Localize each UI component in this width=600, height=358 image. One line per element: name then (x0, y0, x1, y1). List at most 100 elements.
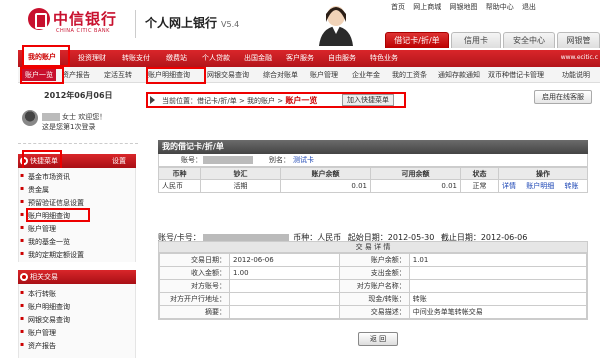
highlight-box (146, 92, 406, 108)
subnav-help[interactable]: 功能说明 (562, 69, 590, 81)
related-header: 相关交易 (18, 270, 136, 284)
value-trade-date: 2012-06-06 (229, 253, 340, 267)
quick-item-fund-info[interactable]: 基金市场资讯 (20, 172, 70, 182)
col-available: 可用余额 (370, 167, 461, 180)
nav-payment[interactable]: 缴费站 (166, 50, 187, 67)
bank-name-en: CHINA CITIC BANK (56, 28, 110, 34)
subnav-notice-deposit[interactable]: 通知存款通知 (438, 69, 480, 81)
col-type: 钞汇 (200, 167, 281, 180)
welcome-text: 女士 欢迎您！ (42, 112, 106, 122)
value-counter-account (229, 279, 340, 293)
transfer-link[interactable]: 转账 (564, 182, 578, 190)
label-counter-account: 对方账号： (159, 279, 230, 293)
label-summary: 摘要： (159, 305, 230, 319)
related-title: 相关交易 (30, 273, 58, 281)
nav-self-service[interactable]: 自由服务 (328, 50, 356, 67)
details-link[interactable]: 详情 (502, 182, 516, 190)
subnav-payslip[interactable]: 我的工资条 (392, 69, 427, 81)
cell-operations: 详情 账户明细 转账 (498, 179, 588, 193)
masked-account (203, 156, 253, 164)
detail-title: 交 易 详 情 (159, 242, 587, 253)
related-item-detail-query[interactable]: 账户明细查询 (20, 302, 70, 312)
value-cash-transfer: 转账 (408, 292, 588, 306)
label-counter-name: 对方账户名称： (338, 279, 410, 293)
table-row: 对方开户行地址： 现金/转账： 转账 (159, 292, 588, 306)
quick-item-account-manage[interactable]: 账户管理 (20, 224, 56, 234)
cell-balance: 0.01 (280, 179, 371, 193)
label-expense: 支出金额： (338, 266, 410, 280)
label-trade-date: 交易日期： (159, 253, 230, 267)
current-date: 2012年06月06日 (44, 91, 113, 100)
table-row: 对方账号： 对方账户名称： (159, 279, 588, 293)
back-button[interactable]: 返 回 (358, 332, 398, 346)
related-item-asset-report[interactable]: 资产报告 (20, 341, 56, 351)
masked-name (42, 113, 60, 121)
map-link[interactable]: 网银地图 (449, 3, 477, 11)
home-link[interactable]: 首页 (391, 3, 405, 11)
value-description: 中间业务单笔转帐交易 (408, 305, 588, 319)
subnav-annuity[interactable]: 企业年金 (352, 69, 380, 81)
nav-special[interactable]: 特色业务 (370, 50, 398, 67)
col-operation: 操作 (498, 167, 588, 180)
account-row: 账号： 别名： 测试卡 (158, 154, 588, 167)
related-item-account-manage[interactable]: 账户管理 (20, 328, 56, 338)
balance-table: 币种 钞汇 账户余额 可用余额 状态 操作 人民币 活期 0.01 0.01 正… (158, 167, 588, 193)
cell-available: 0.01 (370, 179, 461, 193)
quick-item-my-funds[interactable]: 我的基金一览 (20, 237, 70, 247)
tab-security-center[interactable]: 安全中心 (503, 32, 555, 48)
value-income: 1.00 (229, 266, 340, 280)
subnav-dual-currency[interactable]: 双币种借记卡管理 (488, 69, 544, 81)
label-cash-transfer: 现金/转账： (338, 292, 410, 306)
tab-ebank-manage[interactable]: 网银管 (557, 32, 600, 48)
bank-name-cn: 中信银行 (53, 10, 118, 28)
citic-logo-icon (28, 8, 50, 30)
cell-currency: 人民币 (158, 179, 201, 193)
account-detail-link[interactable]: 账户明细 (526, 182, 554, 190)
nav-overseas[interactable]: 出国金融 (244, 50, 272, 67)
alias-label: 别名： (269, 156, 290, 164)
quick-item-fixed-plan[interactable]: 我的定期定额设置 (20, 250, 84, 260)
account-label: 账号： (181, 156, 202, 164)
logout-link[interactable]: 退出 (522, 3, 536, 11)
alias-value: 测试卡 (293, 156, 314, 164)
table-row: 交易日期： 2012-06-06 账户余额： 1.01 (159, 253, 588, 267)
help-link[interactable]: 帮助中心 (486, 3, 514, 11)
quick-item-verification[interactable]: 预留验证信息设置 (20, 198, 84, 208)
online-service-button[interactable]: 启用在线客服 (534, 90, 592, 104)
tab-debit-card[interactable]: 借记卡/折/单 (385, 32, 449, 48)
subnav-account-manage[interactable]: 账户管理 (310, 69, 338, 81)
highlight-box (26, 208, 90, 222)
subnav-fixed-current[interactable]: 定活互转 (104, 69, 132, 81)
related-item-ebank-query[interactable]: 网银交易查询 (20, 315, 70, 325)
nav-transfer[interactable]: 转账支付 (122, 50, 150, 67)
quick-item-precious-metal[interactable]: 贵金属 (20, 185, 49, 195)
tab-credit-card[interactable]: 信用卡 (451, 32, 501, 48)
label-counter-bank: 对方开户行地址： (159, 292, 230, 306)
subnav-statement[interactable]: 综合对账单 (263, 69, 298, 81)
label-account-balance: 账户余额： (338, 253, 410, 267)
version-label: V5.4 (221, 20, 240, 29)
sub-nav: 账户一览 资产报告 定活互转 账户明细查询 网银交易查询 综合对账单 账户管理 … (18, 67, 600, 83)
nav-investment[interactable]: 投资理财 (78, 50, 106, 67)
col-balance: 账户余额 (280, 167, 371, 180)
value-summary (229, 305, 340, 319)
subnav-asset-report[interactable]: 资产报告 (62, 69, 90, 81)
cell-type: 活期 (200, 179, 281, 193)
table-row: 人民币 活期 0.01 0.01 正常 详情 账户明细 转账 (158, 179, 588, 193)
main-nav: 我的账户 投资理财 转账支付 缴费站 个人贷款 出国金融 客户服务 自由服务 特… (18, 47, 600, 67)
account-panel: 我的借记卡/折/单 账号： 别名： 测试卡 币种 钞汇 账户余额 可用余额 状态… (158, 140, 588, 193)
avatar (22, 110, 38, 126)
detail-table: 交易日期： 2012-06-06 账户余额： 1.01 收入金额： 1.00 支出金额… (159, 253, 588, 319)
mall-link[interactable]: 网上商城 (413, 3, 441, 11)
related-item-transfer[interactable]: 本行转账 (20, 289, 56, 299)
col-status: 状态 (460, 167, 499, 180)
quick-menu-setting-link[interactable]: 设置 (112, 154, 126, 168)
subnav-ebank-query[interactable]: 网银交易查询 (207, 69, 249, 81)
transaction-detail: 交 易 详 情 交易日期： 2012-06-06 账户余额： 1.01 收入金额： 1… (158, 241, 588, 320)
value-account-balance: 1.01 (408, 253, 588, 267)
url-hint: www.ecitic.c (560, 54, 598, 61)
nav-customer-service[interactable]: 客户服务 (286, 50, 314, 67)
related-icon (20, 273, 28, 281)
label-income: 收入金额： (159, 266, 230, 280)
nav-loan[interactable]: 个人贷款 (202, 50, 230, 67)
